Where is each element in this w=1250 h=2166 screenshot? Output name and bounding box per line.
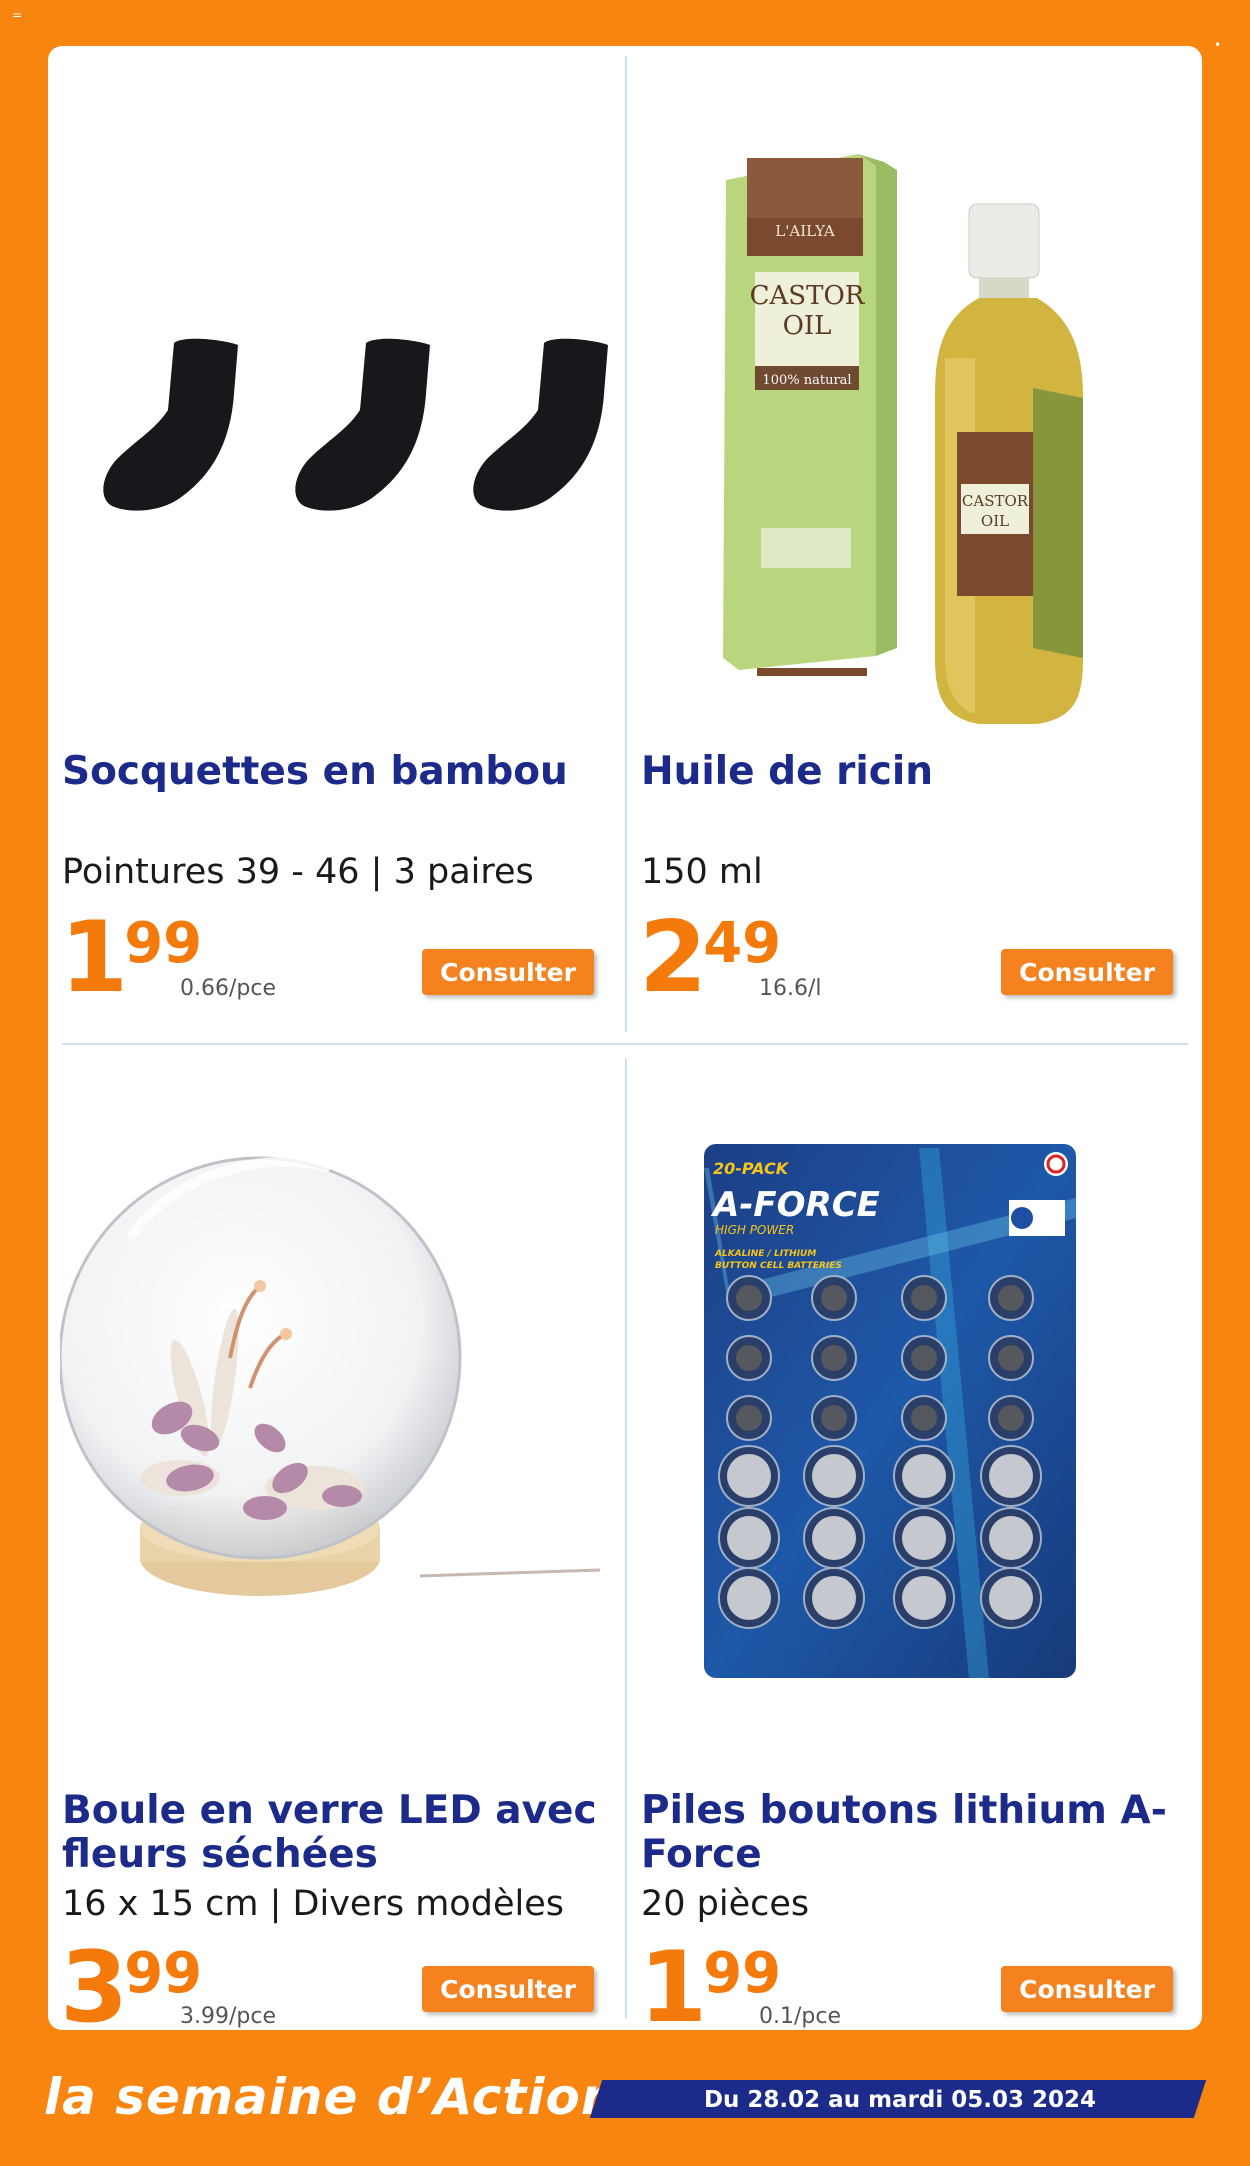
product-title: Huile de ricin — [641, 749, 933, 794]
battery-cell-face — [821, 1285, 847, 1311]
oil-box-line1: CASTOR — [750, 281, 866, 311]
battery-cell-face — [727, 1454, 771, 1498]
consult-button[interactable]: Consulter — [422, 949, 594, 995]
product-image-batteries: 20-PACK A-FORCE HIGH POWER ALKALINE / LI… — [639, 1058, 1192, 1738]
price-decimals: 99 — [124, 911, 203, 976]
promo-dates: Du 28.02 au mardi 05.03 2024 — [703, 2087, 1097, 2113]
battery-cell-face — [902, 1576, 946, 1620]
price-decimals: 99 — [124, 1941, 203, 2006]
battery-cell-face — [902, 1454, 946, 1498]
product-card-socks: Socquettes en bambou Pointures 39 - 46 |… — [48, 46, 625, 1031]
product-subtitle: 150 ml — [641, 852, 763, 892]
battery-cell-face — [989, 1454, 1033, 1498]
unit-price: 0.1/pce — [759, 2004, 841, 2029]
row-divider — [62, 1043, 1188, 1045]
battery-cell-face — [736, 1345, 762, 1371]
product-grid: Socquettes en bambou Pointures 39 - 46 |… — [48, 46, 1202, 2030]
battery-cell-face — [812, 1576, 856, 1620]
battery-cell-face — [727, 1576, 771, 1620]
price-decimals: 99 — [703, 1941, 782, 2006]
product-title: Socquettes en bambou — [62, 749, 568, 794]
product-subtitle: 20 pièces — [641, 1884, 810, 1924]
oil-bottle-line2: OIL — [981, 512, 1009, 530]
product-card-led-globe: Boule en verre LED avec fleurs séchées 1… — [48, 1046, 625, 2030]
battery-tagline: HIGH POWER — [715, 1223, 794, 1237]
price-decimals: 49 — [703, 911, 782, 976]
oil-box-line3: 100% natural — [762, 373, 851, 388]
battery-cell-face — [727, 1516, 771, 1560]
price-integer: 1 — [639, 1931, 707, 2030]
battery-cell-face — [998, 1405, 1024, 1431]
product-image-castor-oil: L'AILYA CASTOR OIL 100% natural CASTOR O… — [639, 58, 1192, 738]
battery-cell-face — [902, 1516, 946, 1560]
battery-type-2: BUTTON CELL BATTERIES — [715, 1261, 842, 1271]
unit-price: 16.6/l — [759, 976, 822, 1001]
product-image-socks — [60, 58, 613, 738]
product-title: Piles boutons lithium A-Force — [641, 1788, 1167, 1877]
unit-price: 3.99/pce — [180, 2004, 276, 2029]
oil-box-brand: L'AILYA — [775, 222, 835, 240]
product-card-batteries: 20-PACK A-FORCE HIGH POWER ALKALINE / LI… — [627, 1046, 1202, 2030]
battery-cell-face — [821, 1345, 847, 1371]
product-image-led-globe — [60, 1058, 613, 1738]
battery-cell-face — [812, 1516, 856, 1560]
battery-cell-face — [989, 1576, 1033, 1620]
footer-title: la semaine d’Action — [44, 2068, 618, 2126]
oil-box-line2: OIL — [783, 311, 832, 341]
price-integer: 2 — [639, 901, 707, 1015]
battery-cell-face — [911, 1285, 937, 1311]
battery-cell-face — [736, 1405, 762, 1431]
battery-cell-face — [998, 1285, 1024, 1311]
price-integer: 1 — [60, 901, 128, 1015]
edge-mark-right: • — [1214, 38, 1222, 52]
edge-mark-left: = — [12, 8, 23, 22]
unit-price: 0.66/pce — [180, 976, 276, 1001]
battery-cell-face — [736, 1285, 762, 1311]
battery-brand: A-FORCE — [710, 1185, 880, 1225]
battery-cell-face — [911, 1345, 937, 1371]
battery-pack-label: 20-PACK — [713, 1159, 790, 1178]
battery-cell-face — [821, 1405, 847, 1431]
battery-cell-face — [911, 1405, 937, 1431]
product-title: Boule en verre LED avec fleurs séchées — [62, 1788, 597, 1877]
product-subtitle: Pointures 39 - 46 | 3 paires — [62, 852, 534, 892]
product-subtitle: 16 x 15 cm | Divers modèles — [62, 1884, 564, 1924]
battery-type-1: ALKALINE / LITHIUM — [714, 1249, 816, 1259]
price-integer: 3 — [60, 1931, 128, 2030]
consult-button[interactable]: Consulter — [422, 1966, 594, 2012]
battery-cell-face — [998, 1345, 1024, 1371]
consult-button[interactable]: Consulter — [1001, 949, 1173, 995]
battery-cell-face — [989, 1516, 1033, 1560]
battery-cell-face — [812, 1454, 856, 1498]
oil-bottle-line1: CASTOR — [962, 492, 1029, 510]
consult-button[interactable]: Consulter — [1001, 1966, 1173, 2012]
product-card-castor-oil: L'AILYA CASTOR OIL 100% natural CASTOR O… — [627, 46, 1202, 1031]
